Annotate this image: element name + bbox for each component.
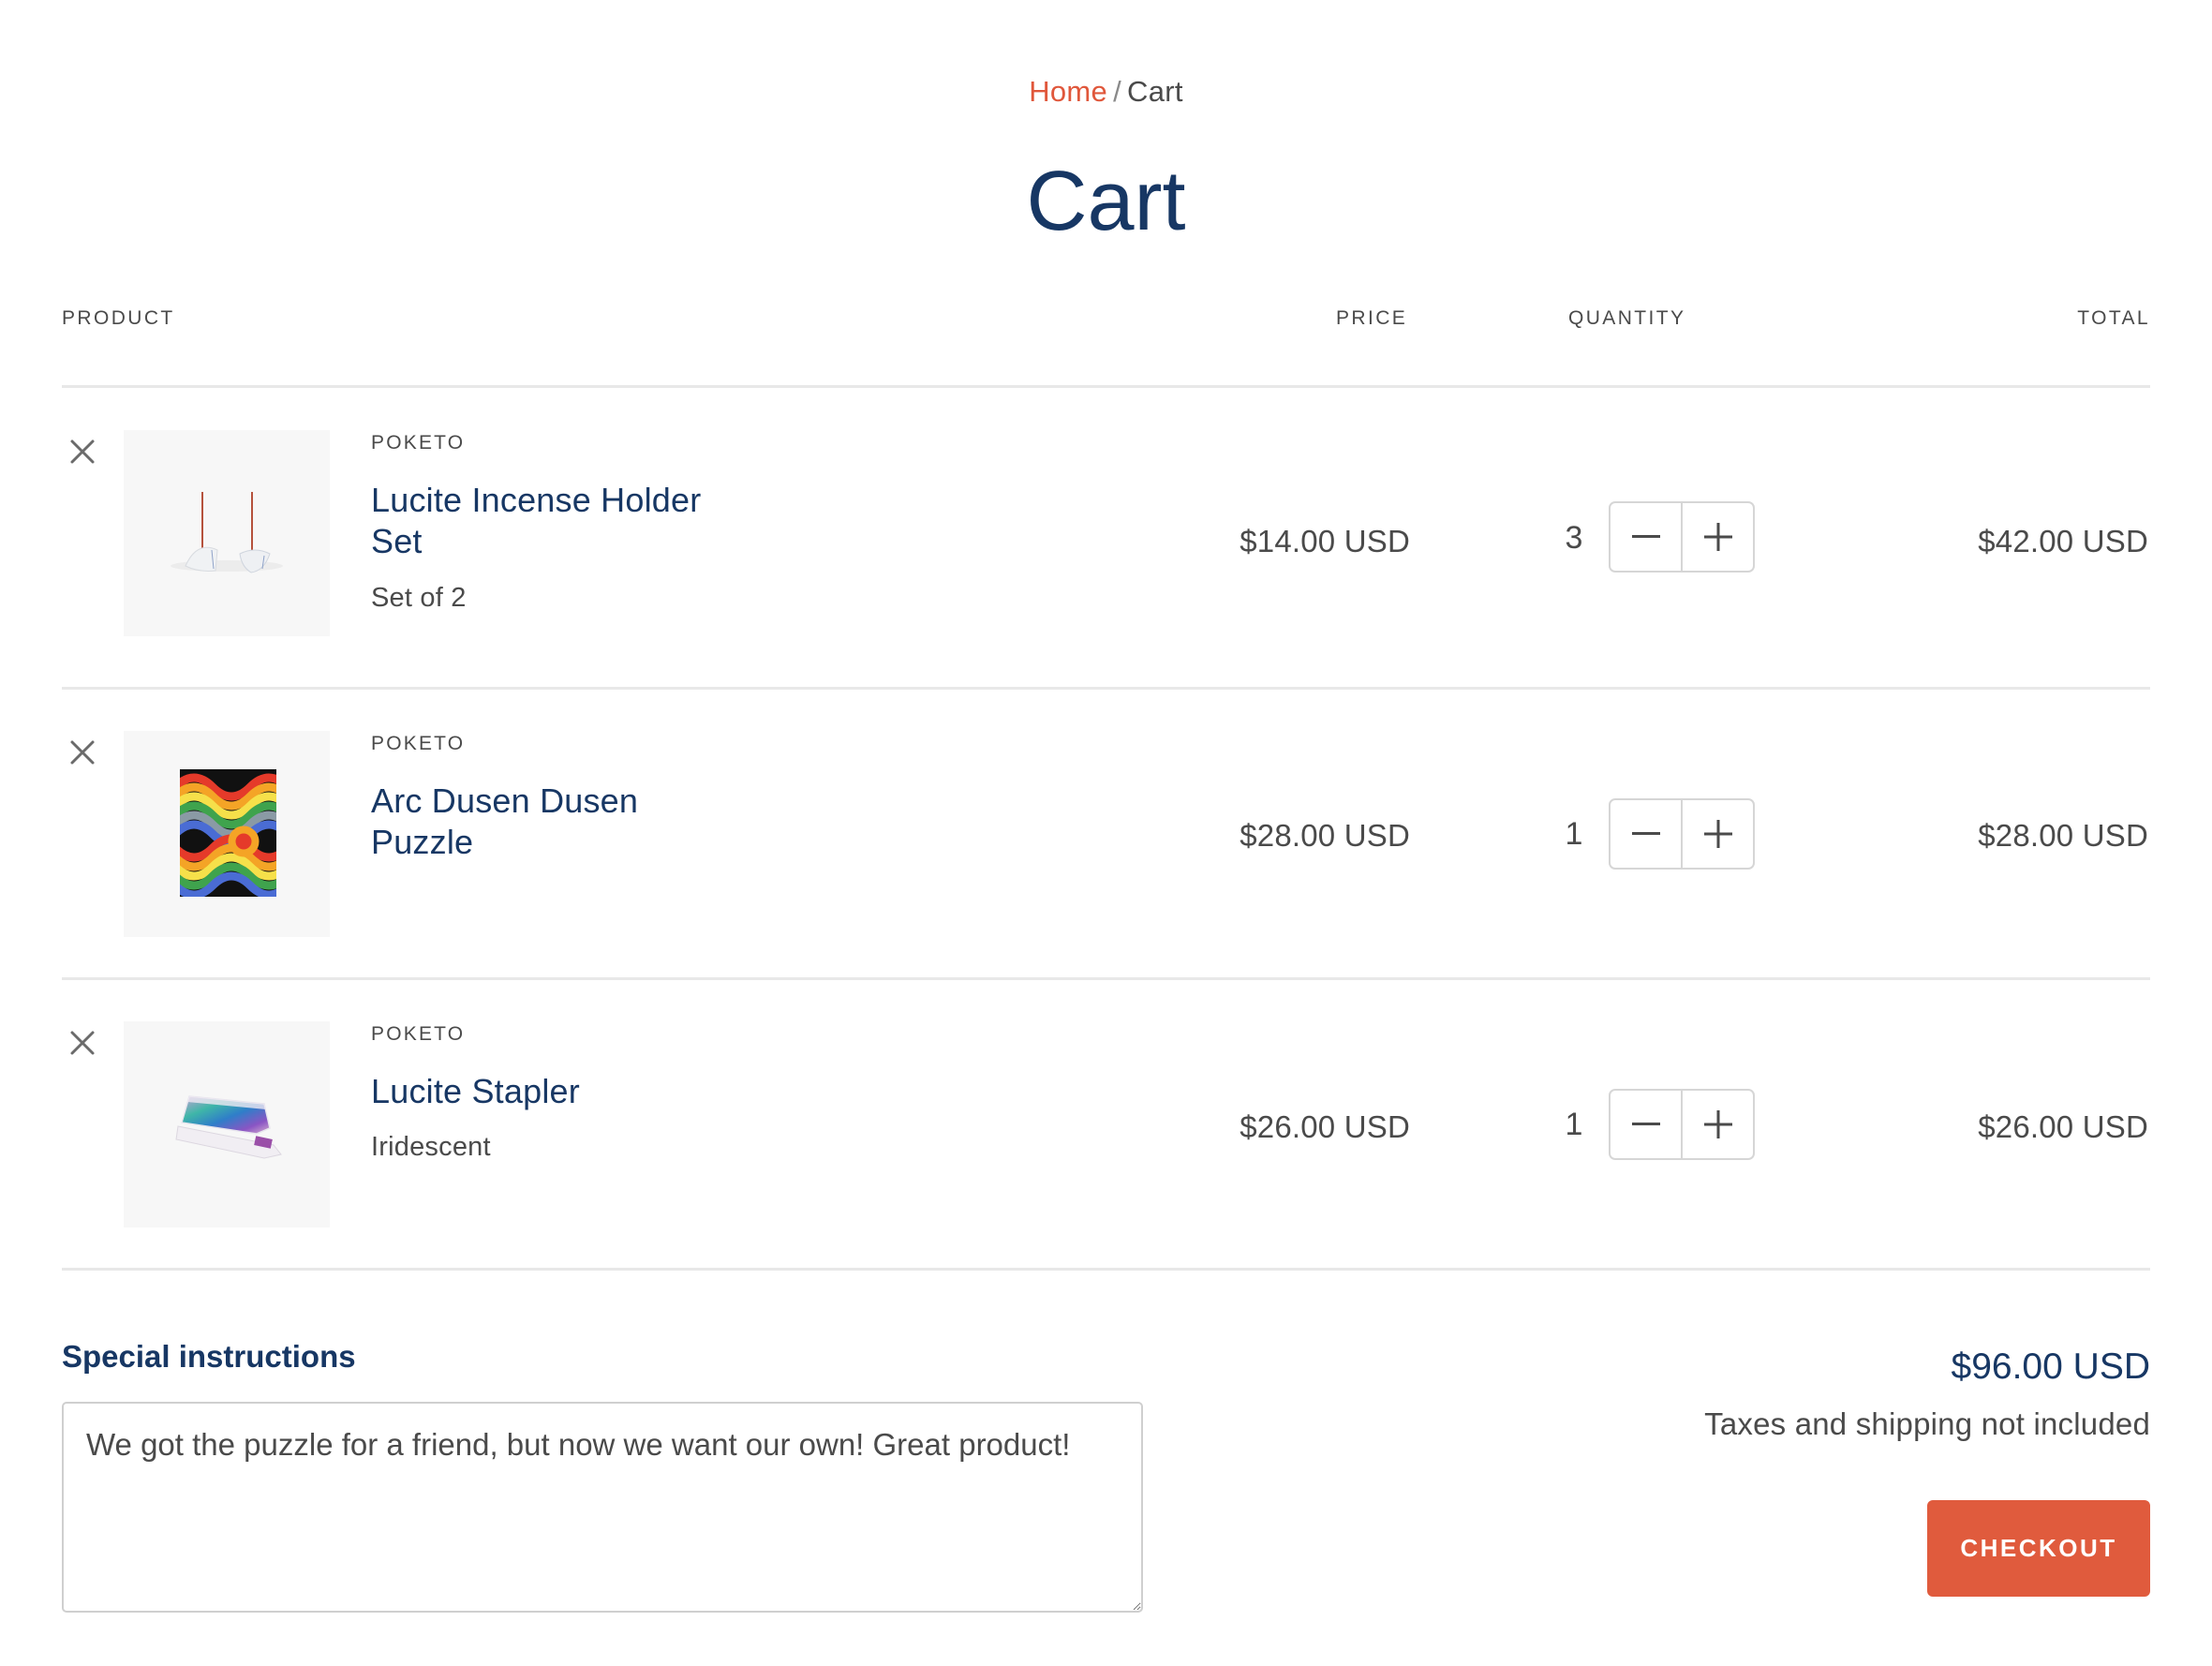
puzzle-image[interactable]: [124, 731, 330, 937]
cart-subtotal: $96.00 USD: [1951, 1346, 2150, 1387]
page-title: Cart: [1026, 155, 1186, 248]
product-variant: Set of 2: [371, 583, 467, 613]
breadcrumb-current: Cart: [1127, 75, 1183, 108]
tax-shipping-note: Taxes and shipping not included: [1704, 1406, 2150, 1441]
breadcrumb-separator: /: [1113, 75, 1122, 108]
special-instructions-label: Special instructions: [62, 1339, 356, 1374]
close-icon: [70, 1031, 95, 1055]
product-title-line: Arc Dusen Dusen: [371, 781, 639, 820]
row-divider: [62, 687, 2150, 690]
header-price: PRICE: [1336, 307, 1408, 329]
breadcrumb: Home / Cart: [0, 73, 2212, 111]
minus-icon: [1631, 832, 1660, 835]
product-title-line: Set: [371, 522, 423, 560]
header-quantity: QUANTITY: [1568, 307, 1686, 329]
close-icon: [70, 439, 95, 464]
row-divider: [62, 977, 2150, 980]
quantity-stepper: [1609, 1089, 1755, 1160]
line-total: $26.00 USD: [1978, 1109, 2148, 1144]
incense-holder-image[interactable]: [124, 430, 330, 636]
unit-price: $26.00 USD: [1240, 1109, 1410, 1144]
checkout-button[interactable]: CHECKOUT: [1927, 1500, 2150, 1597]
product-title-link[interactable]: Lucite Incense Holder Set: [371, 480, 765, 562]
remove-item-button[interactable]: [62, 1022, 103, 1064]
remove-item-button[interactable]: [62, 732, 103, 773]
minus-icon: [1631, 535, 1660, 538]
decrease-quantity-button[interactable]: [1611, 1091, 1681, 1158]
header-product: PRODUCT: [62, 307, 175, 329]
quantity-stepper: [1609, 798, 1755, 870]
unit-price: $14.00 USD: [1240, 524, 1410, 558]
unit-price: $28.00 USD: [1240, 818, 1410, 853]
plus-icon: [1703, 1110, 1732, 1138]
header-total: TOTAL: [2077, 307, 2150, 329]
stapler-image[interactable]: [124, 1021, 330, 1227]
product-title-link[interactable]: Arc Dusen Dusen Puzzle: [371, 781, 765, 863]
close-icon: [70, 740, 95, 765]
line-total: $42.00 USD: [1978, 524, 2148, 558]
product-variant: Iridescent: [371, 1132, 491, 1162]
product-title-line: Lucite Stapler: [371, 1072, 580, 1110]
product-title-line: Lucite Incense Holder: [371, 481, 702, 519]
header-divider: [62, 385, 2150, 388]
increase-quantity-button[interactable]: [1681, 503, 1753, 571]
product-vendor: POKETO: [371, 432, 466, 454]
remove-item-button[interactable]: [62, 431, 103, 472]
product-vendor: POKETO: [371, 733, 466, 754]
decrease-quantity-button[interactable]: [1611, 800, 1681, 868]
increase-quantity-button[interactable]: [1681, 1091, 1753, 1158]
quantity-value: 1: [1565, 816, 1583, 852]
breadcrumb-home-link[interactable]: Home: [1029, 75, 1107, 108]
product-vendor: POKETO: [371, 1023, 466, 1045]
quantity-stepper: [1609, 501, 1755, 573]
line-total: $28.00 USD: [1978, 818, 2148, 853]
increase-quantity-button[interactable]: [1681, 800, 1753, 868]
plus-icon: [1703, 523, 1732, 551]
quantity-value: 1: [1565, 1107, 1583, 1142]
row-divider: [62, 1268, 2150, 1271]
special-instructions-input[interactable]: We got the puzzle for a friend, but now …: [62, 1402, 1143, 1613]
plus-icon: [1703, 820, 1732, 848]
quantity-value: 3: [1565, 520, 1583, 556]
product-title-link[interactable]: Lucite Stapler: [371, 1071, 765, 1112]
product-title-line: Puzzle: [371, 823, 474, 861]
minus-icon: [1631, 1123, 1660, 1125]
decrease-quantity-button[interactable]: [1611, 503, 1681, 571]
